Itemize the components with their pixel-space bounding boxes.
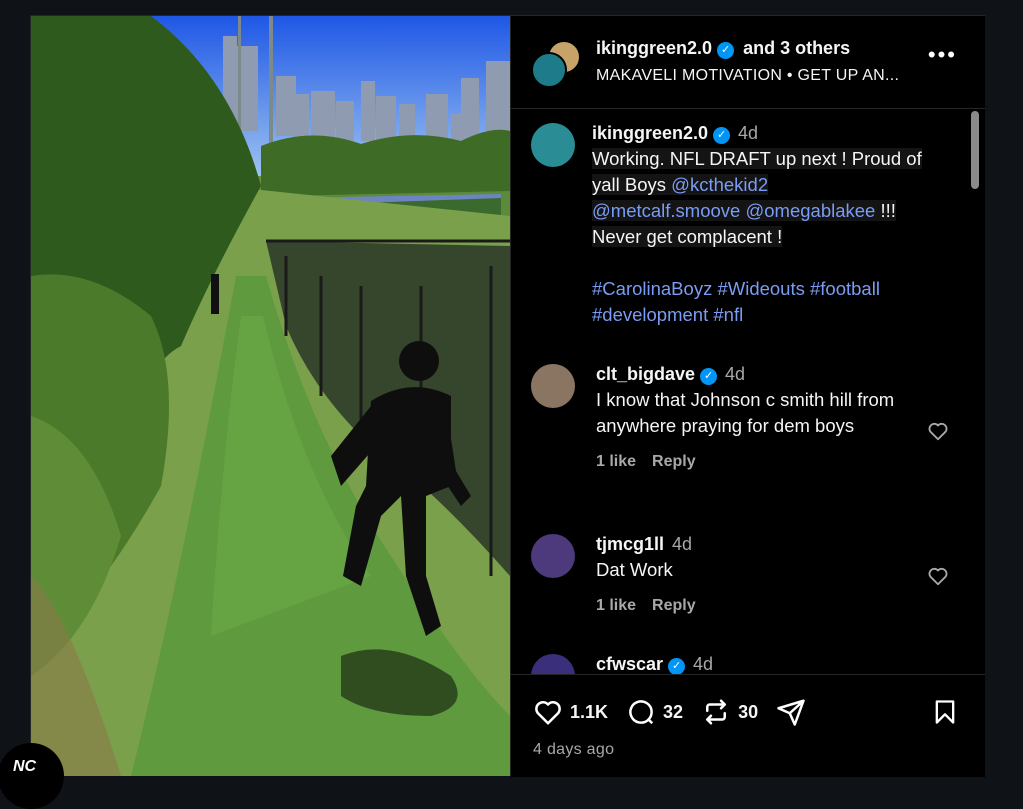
heart-icon[interactable]	[533, 697, 563, 727]
repost-count[interactable]: 30	[738, 702, 758, 723]
comment-time[interactable]: 4d	[693, 654, 713, 674]
logo-text: NC	[13, 758, 37, 775]
share-icon[interactable]	[776, 697, 806, 727]
hashtag-links[interactable]: #CarolinaBoyz #Wideouts #football	[592, 278, 880, 299]
share-action[interactable]	[776, 697, 806, 727]
audio-track[interactable]: MAKAVELI MOTIVATION • GET UP AN...	[596, 67, 899, 85]
comment-action[interactable]: 32	[626, 697, 683, 727]
verified-icon: ✓	[713, 127, 731, 144]
corner-logo: NC	[0, 743, 64, 809]
comment-time[interactable]: 4d	[672, 534, 692, 554]
photo-track-sprinter	[31, 16, 510, 776]
avatar	[531, 534, 575, 578]
caption-avatar[interactable]	[531, 123, 575, 167]
avatar	[531, 654, 575, 674]
like-action[interactable]: 1.1K	[533, 697, 608, 727]
avatar	[531, 123, 575, 167]
comment-icon[interactable]	[626, 697, 656, 727]
post-actions: 1.1K 32 30 4 days ago	[511, 674, 985, 777]
post-header: ikinggreen2.0 ✓ and 3 others MAKAVELI MOT…	[511, 16, 985, 109]
verified-icon: ✓	[717, 42, 735, 59]
header-and-others[interactable]: and 3 others	[743, 38, 850, 58]
comment-likes[interactable]: 1 like	[596, 453, 636, 470]
comment-username[interactable]: cfwscar	[596, 654, 663, 674]
comment-text: I know that Johnson c smith hill from an…	[596, 389, 895, 436]
caption-line: Working. NFL DRAFT up next ! Proud of	[592, 148, 922, 169]
comment-username[interactable]: clt_bigdave	[596, 364, 695, 384]
post-details-panel: ikinggreen2.0 ✓ and 3 others MAKAVELI MOT…	[510, 16, 985, 777]
comments-scroll[interactable]: ikinggreen2.0 ✓ 4d Working. NFL DRAFT up n…	[511, 109, 985, 674]
verified-icon: ✓	[700, 368, 718, 385]
avatar	[531, 364, 575, 408]
comment-likes[interactable]: 1 like	[596, 597, 636, 614]
caption-username[interactable]: ikinggreen2.0	[592, 123, 708, 143]
mention-link[interactable]: @omegablakee	[745, 200, 876, 221]
reply-button[interactable]: Reply	[652, 597, 696, 614]
mention-link[interactable]: @kcthekid2	[671, 174, 769, 195]
hashtag-links[interactable]: #development #nfl	[592, 304, 743, 325]
comment-count[interactable]: 32	[663, 702, 683, 723]
post-dialog: ikinggreen2.0 ✓ and 3 others MAKAVELI MOT…	[30, 15, 985, 777]
post-timestamp: 4 days ago	[533, 741, 615, 758]
caption-line: !!!	[875, 200, 896, 221]
comment-username[interactable]: tjmcg1ll	[596, 534, 664, 554]
comment-avatar[interactable]	[531, 534, 575, 578]
comment-avatar[interactable]	[531, 654, 575, 674]
post-media-image[interactable]	[31, 16, 510, 776]
author-avatars[interactable]	[531, 40, 581, 88]
verified-icon: ✓	[668, 658, 686, 674]
comment-time[interactable]: 4d	[725, 364, 745, 384]
bookmark-icon[interactable]	[931, 697, 959, 727]
caption-line: Never get complacent !	[592, 226, 783, 247]
caption-line: yall Boys	[592, 174, 672, 195]
heart-icon[interactable]	[927, 420, 949, 442]
reply-button[interactable]: Reply	[652, 453, 696, 470]
heart-icon[interactable]	[927, 565, 949, 587]
repost-icon[interactable]	[701, 697, 731, 727]
like-count[interactable]: 1.1K	[570, 702, 608, 723]
avatar	[531, 52, 567, 88]
repost-action[interactable]: 30	[701, 697, 758, 727]
caption-text: Working. NFL DRAFT up next ! Proud of ya…	[592, 146, 962, 328]
header-authors: ikinggreen2.0 ✓ and 3 others	[596, 38, 850, 59]
caption-time[interactable]: 4d	[738, 123, 758, 143]
comment-text: Dat Work	[596, 559, 673, 580]
more-icon[interactable]: •••	[928, 44, 957, 66]
header-username[interactable]: ikinggreen2.0	[596, 38, 712, 58]
scrollbar[interactable]	[971, 111, 979, 189]
mention-link[interactable]: @metcalf.smoove	[592, 200, 741, 221]
comment-avatar[interactable]	[531, 364, 575, 408]
